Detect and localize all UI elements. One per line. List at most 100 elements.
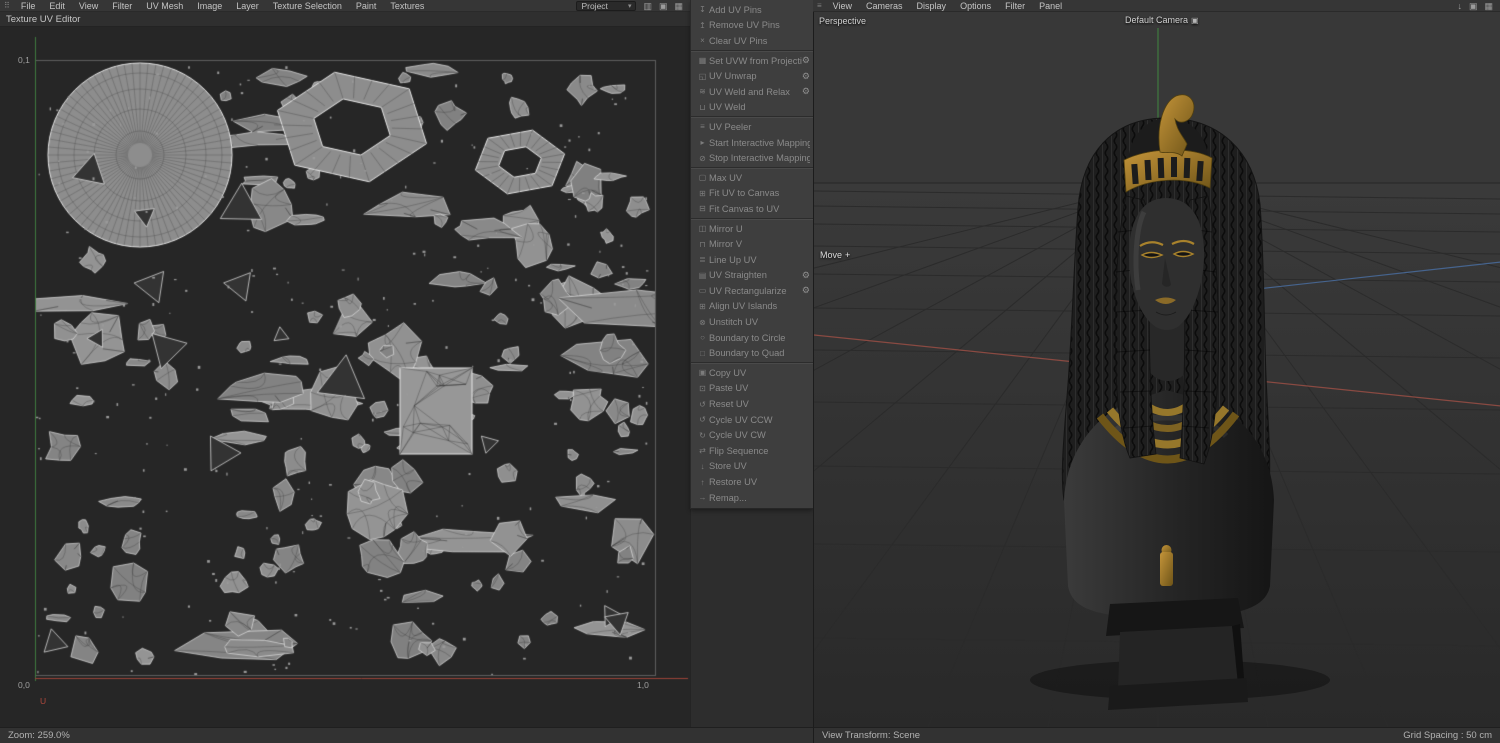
vp-menu-item-options[interactable]: Options	[953, 1, 998, 11]
uv-menu-item-unstitch-uv[interactable]: ⊗ Unstitch UV	[691, 314, 813, 330]
gear-icon[interactable]: ⚙	[802, 55, 810, 66]
drag-handle-icon[interactable]: ⠿	[0, 1, 14, 10]
uv-menu-item-uv-weld[interactable]: ⊔ UV Weld	[691, 100, 813, 116]
uv-menu-item-label: Remap...	[709, 492, 747, 503]
menu-item-edit[interactable]: Edit	[42, 1, 72, 11]
uv-menu-item-label: Copy UV	[709, 367, 747, 378]
u-axis-label: U	[40, 696, 47, 706]
grid-spacing-status: Grid Spacing : 50 cm	[1403, 730, 1492, 741]
grid-icon[interactable]: ▦	[674, 0, 683, 12]
menu-item-view[interactable]: View	[72, 1, 105, 11]
gear-icon[interactable]: ⚙	[802, 86, 810, 97]
gear-icon[interactable]: ⚙	[802, 285, 810, 296]
vp-menu-item-filter[interactable]: Filter	[998, 1, 1032, 11]
vp-menu-item-panel[interactable]: Panel	[1032, 1, 1069, 11]
viewport-menubar-right: ↓ ▣ ▦	[1457, 0, 1500, 12]
menu-item-filter[interactable]: Filter	[105, 1, 139, 11]
cycle-ccw-icon: ↺	[699, 415, 706, 425]
uv-menu-item-fit-uv-to-canvas[interactable]: ⊞ Fit UV to Canvas	[691, 186, 813, 202]
menu-item-textures[interactable]: Textures	[383, 1, 431, 11]
histogram-icon[interactable]: ▥	[643, 0, 652, 12]
uv-menu-item-align-uv-islands[interactable]: ⊞ Align UV Islands	[691, 299, 813, 315]
uv-menu-item-uv-straighten[interactable]: ▤ UV Straighten ⚙	[691, 268, 813, 284]
uv-menu-item-add-uv-pins[interactable]: ↧ Add UV Pins	[691, 2, 813, 18]
uv-menu-item-copy-uv[interactable]: ▣ Copy UV	[691, 365, 813, 381]
boundary-quad-icon: □	[700, 348, 705, 358]
uv-menu-item-remove-uv-pins[interactable]: ↥ Remove UV Pins	[691, 18, 813, 34]
camera-label[interactable]: Default Camera ▣	[1125, 15, 1199, 25]
project-dropdown[interactable]: Project ▾	[576, 0, 637, 11]
grid-icon[interactable]: ▦	[1484, 0, 1493, 12]
fit-uv-icon: ⊞	[699, 188, 706, 198]
uv-editor-menubar-right: Project ▾ ▥ ▣ ▦	[576, 0, 690, 12]
uv-menu-item-label: UV Rectangularize	[709, 285, 787, 296]
gear-icon[interactable]: ⚙	[802, 71, 810, 82]
uv-menu-item-uv-peeler[interactable]: ≡ UV Peeler	[691, 119, 813, 135]
peeler-icon: ≡	[700, 122, 705, 132]
uv-menu-item-label: Cycle UV CW	[709, 430, 766, 441]
perspective-viewport[interactable]: Perspective Default Camera ▣ Move +	[813, 12, 1500, 727]
arrow-down-icon[interactable]: ↓	[1457, 0, 1462, 12]
uv-menu-item-boundary-to-quad[interactable]: □ Boundary to Quad	[691, 345, 813, 361]
start-mapping-icon: ▸	[700, 138, 705, 148]
uv-menu-item-uv-weld-and-relax[interactable]: ≋ UV Weld and Relax ⚙	[691, 84, 813, 100]
move-tool-text: Move	[820, 250, 843, 260]
uv-menu-item-label: Align UV Islands	[709, 301, 778, 312]
uv-menu-item-line-up-uv[interactable]: ≣ Line Up UV	[691, 252, 813, 268]
uv-menu-item-fit-canvas-to-uv[interactable]: ⊟ Fit Canvas to UV	[691, 201, 813, 217]
weld-relax-icon: ≋	[699, 87, 706, 97]
boundary-circle-icon: ○	[700, 333, 705, 343]
uv-menu-item-set-uvw-from-projection[interactable]: ▦Set UVW from Projection⚙	[691, 53, 813, 69]
vp-menu-item-display[interactable]: Display	[910, 1, 954, 11]
view-label[interactable]: Perspective	[819, 16, 866, 26]
uv-menu-item-cycle-uv-cw[interactable]: ↻ Cycle UV CW	[691, 427, 813, 443]
vp-menu-item-view[interactable]: View	[826, 1, 859, 11]
uv-canvas-area: 0,1 0,0 1,0 U	[0, 27, 690, 727]
uv-menu-item-cycle-uv-ccw[interactable]: ↺ Cycle UV CCW	[691, 412, 813, 428]
reset-icon: ↺	[699, 399, 706, 409]
fit-canvas-icon: ⊟	[699, 204, 706, 214]
menu-item-image[interactable]: Image	[190, 1, 229, 11]
windows-icon[interactable]: ▣	[659, 0, 668, 12]
uv-menu-item-paste-uv[interactable]: ⊡ Paste UV	[691, 381, 813, 397]
uv-map-canvas[interactable]	[0, 27, 690, 727]
uv-menu-item-label: Stop Interactive Mapping	[709, 153, 810, 164]
bodypaint-uv-workspace: ⠿ File Edit View Filter UV Mesh Image Layer Tex…	[0, 0, 1500, 743]
uv-menu-item-clear-uv-pins[interactable]: × Clear UV Pins	[691, 33, 813, 49]
gold-pendant	[1160, 552, 1173, 586]
restore-icon: ↑	[700, 477, 705, 487]
viewport-menubar: ≡ View Cameras Display Options Filter Panel ↓…	[813, 0, 1500, 12]
uv-menu-item-label: Fit Canvas to UV	[709, 203, 780, 214]
menu-item-paint[interactable]: Paint	[349, 1, 384, 11]
menu-item-layer[interactable]: Layer	[229, 1, 266, 11]
uv-menu-item-max-uv[interactable]: ▢ Max UV	[691, 170, 813, 186]
uv-menu-item-label: UV Unwrap	[709, 71, 757, 82]
uv-menu-item-label: Restore UV	[709, 477, 758, 488]
uv-menu-item-remap[interactable]: → Remap...	[691, 490, 813, 506]
hamburger-menu-icon[interactable]: ≡	[813, 1, 826, 10]
uv-menu-item-label: Unstitch UV	[709, 317, 759, 328]
menu-item-file[interactable]: File	[14, 1, 43, 11]
vp-menu-item-cameras[interactable]: Cameras	[859, 1, 910, 11]
uv-menu-item-uv-unwrap[interactable]: ◱ UV Unwrap ⚙	[691, 68, 813, 84]
uv-menu-item-label: Flip Sequence	[709, 445, 769, 456]
uv-menu-item-flip-sequence[interactable]: ⇄ Flip Sequence	[691, 443, 813, 459]
palette-separator	[691, 217, 813, 220]
uv-editor-menus: File Edit View Filter UV Mesh Image Layer Textu…	[14, 1, 432, 11]
menu-item-texture-selection[interactable]: Texture Selection	[266, 1, 349, 11]
uv-menu-item-mirror-v[interactable]: ⊓ Mirror V	[691, 236, 813, 252]
store-icon: ↓	[700, 461, 705, 471]
unwrap-icon: ◱	[698, 71, 707, 81]
max-uv-icon: ▢	[698, 173, 707, 183]
uv-menu-item-start-interactive-mapping[interactable]: ▸ Start Interactive Mapping	[691, 135, 813, 151]
uv-menu-item-boundary-to-circle[interactable]: ○ Boundary to Circle	[691, 330, 813, 346]
uv-menu-item-reset-uv[interactable]: ↺ Reset UV	[691, 396, 813, 412]
gear-icon[interactable]: ⚙	[802, 270, 810, 281]
uv-menu-item-store-uv[interactable]: ↓ Store UV	[691, 459, 813, 475]
uv-menu-item-restore-uv[interactable]: ↑ Restore UV	[691, 474, 813, 490]
uv-menu-item-mirror-u[interactable]: ◫ Mirror U	[691, 221, 813, 237]
windows-icon[interactable]: ▣	[1469, 0, 1478, 12]
menu-item-uv-mesh[interactable]: UV Mesh	[139, 1, 190, 11]
uv-menu-item-stop-interactive-mapping[interactable]: ⊘ Stop Interactive Mapping	[691, 150, 813, 166]
uv-menu-item-uv-rectangularize[interactable]: ▭ UV Rectangularize ⚙	[691, 283, 813, 299]
